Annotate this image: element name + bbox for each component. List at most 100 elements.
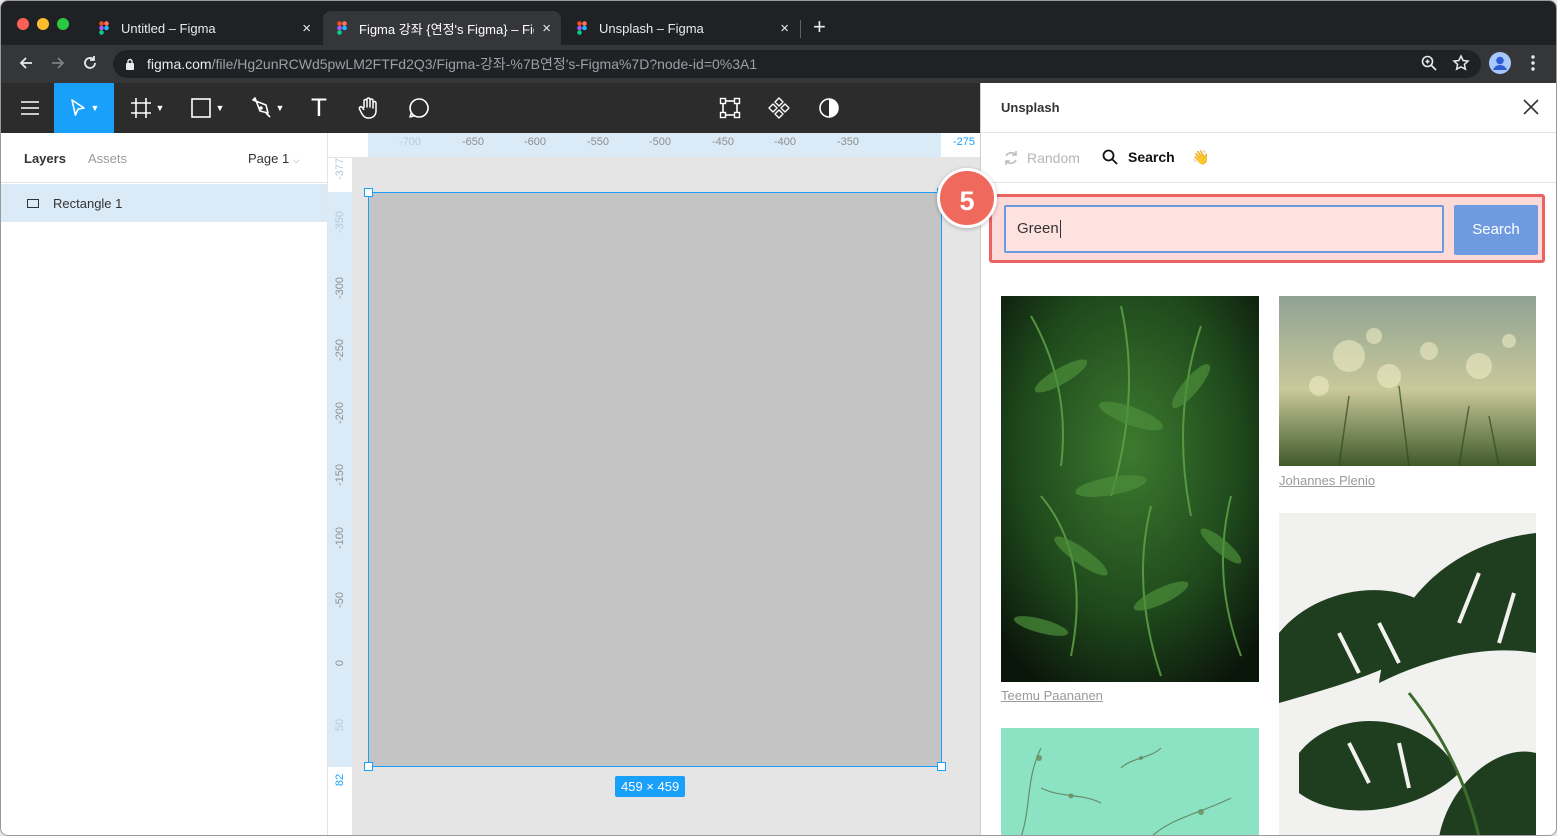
ruler-tick: -700 xyxy=(398,136,422,148)
rectangle-1[interactable] xyxy=(368,192,942,767)
url-field[interactable]: figma.com/file/Hg2unRCWd5pwLM2FTFd2Q3/Fi… xyxy=(113,50,1481,78)
chevron-down-icon: ⌵ xyxy=(292,155,300,165)
figma-logo-icon xyxy=(577,21,587,35)
browser-tab-untitled[interactable]: Untitled – Figma × xyxy=(85,11,321,45)
search-input[interactable]: Green xyxy=(1004,205,1444,253)
tab-search[interactable]: Search xyxy=(1102,149,1175,165)
url-host: figma.com xyxy=(147,56,212,72)
comment-tool-icon xyxy=(409,98,429,118)
resize-handle[interactable] xyxy=(937,762,946,771)
back-arrow-icon[interactable] xyxy=(17,54,35,72)
photo-monstera[interactable] xyxy=(1279,513,1536,835)
page-selector-label: Page 1 xyxy=(248,151,290,166)
address-bar: figma.com/file/Hg2unRCWd5pwLM2FTFd2Q3/Fi… xyxy=(1,45,1556,83)
browser-menu-icon[interactable] xyxy=(1525,54,1541,72)
hand-tool-icon xyxy=(358,97,377,119)
ruler-tick: -50 xyxy=(334,592,346,608)
tab-close-icon[interactable]: × xyxy=(542,20,551,37)
ruler-tick: -200 xyxy=(334,401,346,425)
tab-wave[interactable]: 👋 xyxy=(1192,149,1209,166)
hand-tool-button[interactable] xyxy=(349,83,389,133)
browser-tab-figma-course[interactable]: Figma 강좌 {연정's Figma} – Figm × xyxy=(323,11,561,45)
move-tool-button[interactable]: ▼ xyxy=(54,83,114,133)
selection-size-label: 459 × 459 xyxy=(615,776,686,797)
ruler-tick: -150 xyxy=(334,463,346,487)
refresh-icon xyxy=(1005,151,1017,165)
horizontal-ruler: -700 -650 -600 -550 -500 -450 -400 -350 … xyxy=(328,133,980,158)
bookmark-star-icon[interactable] xyxy=(1452,54,1470,72)
photo-bokeh-grass[interactable] xyxy=(1279,296,1536,466)
photo-fern[interactable] xyxy=(1001,296,1259,682)
fern-image xyxy=(1001,296,1259,682)
ruler-tick-selection-end: 82 xyxy=(334,773,346,787)
minimize-window-button[interactable] xyxy=(37,18,49,30)
menu-icon xyxy=(21,101,39,115)
mask-button[interactable] xyxy=(809,83,849,133)
browser-tab-bar: Untitled – Figma × Figma 강좌 {연정's Figma}… xyxy=(1,1,1556,45)
maximize-window-button[interactable] xyxy=(57,18,69,30)
new-tab-button[interactable]: + xyxy=(813,16,826,38)
search-button[interactable]: Search xyxy=(1454,205,1538,255)
close-icon[interactable] xyxy=(1522,98,1540,116)
ruler-tick: -500 xyxy=(648,136,672,148)
move-tool-icon xyxy=(70,99,85,116)
vertical-ruler: -377 -350 -300 -250 -200 -150 -100 -50 0… xyxy=(328,158,353,835)
photo-credit-link[interactable]: Teemu Paananen xyxy=(1001,688,1103,703)
create-component-button[interactable] xyxy=(759,83,799,133)
profile-avatar-icon[interactable] xyxy=(1489,52,1511,74)
shape-tool-button[interactable]: ▼ xyxy=(181,83,233,133)
rectangle-layer-icon xyxy=(27,198,39,208)
mask-icon xyxy=(819,98,839,118)
comment-tool-button[interactable] xyxy=(399,83,439,133)
photo-credit-link[interactable]: Johannes Plenio xyxy=(1279,473,1375,488)
component-button[interactable] xyxy=(710,83,750,133)
tab-layers[interactable]: Layers xyxy=(24,151,66,166)
bokeh-grass-image xyxy=(1279,296,1536,466)
text-tool-button[interactable]: T xyxy=(299,83,339,133)
tab-title: Untitled – Figma xyxy=(121,20,216,36)
forward-arrow-icon[interactable] xyxy=(49,54,67,72)
photo-mint-wall[interactable] xyxy=(1001,728,1259,835)
figma-toolbar: ▼ ▼ ▼ ▼ T xyxy=(1,83,980,133)
search-form-highlight: Green Search xyxy=(989,194,1545,263)
rectangle-tool-icon xyxy=(190,98,211,118)
pen-tool-button[interactable]: ▼ xyxy=(241,83,293,133)
plugin-tabs: Random Search 👋 xyxy=(981,133,1556,183)
ruler-tick: -450 xyxy=(711,136,735,148)
resize-handle[interactable] xyxy=(364,188,373,197)
zoom-icon[interactable] xyxy=(1420,54,1438,72)
browser-tab-unsplash[interactable]: Unsplash – Figma × xyxy=(563,11,799,45)
resize-handle[interactable] xyxy=(364,762,373,771)
unsplash-plugin-panel: Unsplash Random Search 👋 Green Search Te… xyxy=(980,83,1556,835)
tab-random-label: Random xyxy=(1027,150,1080,166)
layer-row-rectangle[interactable]: Rectangle 1 xyxy=(1,184,327,222)
waving-hand-icon: 👋 xyxy=(1192,149,1210,165)
figma-logo-icon xyxy=(99,21,109,35)
tab-close-icon[interactable]: × xyxy=(780,20,789,37)
tab-close-icon[interactable]: × xyxy=(302,20,311,37)
pen-tool-icon xyxy=(251,97,271,118)
plugin-title: Unsplash xyxy=(1001,100,1060,115)
url-path: /file/Hg2unRCWd5pwLM2FTFd2Q3/Figma-강좌-%7… xyxy=(211,56,758,72)
frame-tool-button[interactable]: ▼ xyxy=(121,83,173,133)
browser-window: Untitled – Figma × Figma 강좌 {연정's Figma}… xyxy=(0,0,1557,836)
main-menu-button[interactable] xyxy=(9,83,51,133)
page-selector[interactable]: Page 1 ⌵ xyxy=(248,151,300,166)
figma-logo-icon xyxy=(337,21,347,35)
close-window-button[interactable] xyxy=(17,18,29,30)
ruler-tick: -350 xyxy=(836,136,860,148)
tab-assets[interactable]: Assets xyxy=(88,151,127,166)
ruler-tick: -100 xyxy=(334,526,346,550)
ruler-tick: 50 xyxy=(334,718,346,732)
search-input-value: Green xyxy=(1017,220,1059,237)
ruler-tick: -350 xyxy=(334,210,346,234)
boolean-icon xyxy=(768,97,790,119)
tab-random[interactable]: Random xyxy=(1003,149,1080,167)
reload-icon[interactable] xyxy=(81,54,99,72)
ruler-tick-selection-end: -275 xyxy=(952,136,976,148)
chevron-down-icon: ▼ xyxy=(215,103,225,113)
ruler-tick: -400 xyxy=(773,136,797,148)
tab-divider xyxy=(800,20,801,38)
plugin-header: Unsplash xyxy=(981,83,1556,133)
ruler-tick: -650 xyxy=(461,136,485,148)
